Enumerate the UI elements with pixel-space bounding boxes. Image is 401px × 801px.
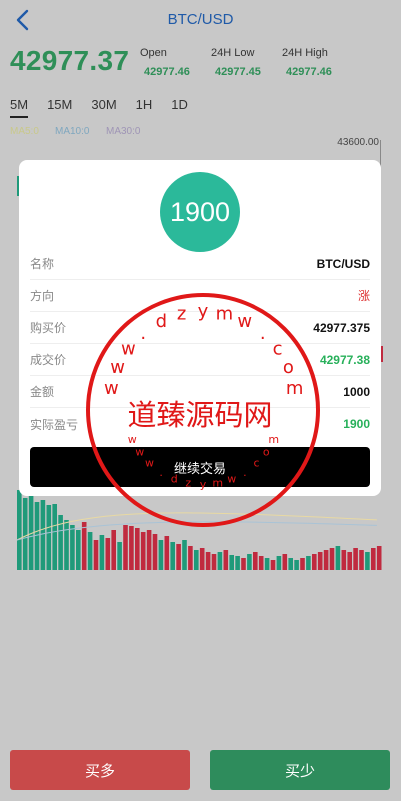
watermark-bottom-letters: www.d z y m w.com (128, 433, 279, 491)
watermark-letter: . (159, 466, 163, 479)
watermark-letter: m (286, 378, 304, 399)
watermark-letter: m (212, 477, 223, 490)
buy-long-button[interactable]: 买多 (10, 750, 190, 790)
watermark-letter: w (104, 378, 119, 399)
watermark-letter: y (200, 478, 207, 491)
watermark-letter: c (273, 339, 283, 360)
watermark-letter: c (253, 457, 259, 470)
watermark-letter: z (185, 477, 191, 490)
watermark-letter: w (110, 357, 125, 378)
watermark-letter: z (177, 304, 186, 325)
watermark-letter: o (263, 446, 270, 459)
watermark-letter: w (227, 473, 236, 486)
watermark-letter: d (156, 311, 167, 332)
watermark-letter: . (260, 323, 266, 344)
buy-short-button[interactable]: 买少 (210, 750, 390, 790)
watermark-letter: . (140, 323, 146, 344)
watermark-letter: w (128, 433, 137, 446)
watermark-letter: d (171, 473, 178, 486)
watermark-letter: m (268, 433, 279, 446)
watermark-letter: w (121, 339, 136, 360)
watermark-letter: w (135, 446, 144, 459)
watermark-letter: m (216, 304, 234, 325)
watermark-letter: w (237, 311, 252, 332)
watermark-letter: . (243, 466, 247, 479)
watermark-letter: o (283, 357, 294, 378)
watermark-letter: w (145, 457, 154, 470)
watermark-main-text: 道臻源码网 (127, 398, 272, 432)
watermark-stamp: www.d z y m w.com www.d z y m w.com 道臻源码网 (86, 293, 320, 527)
watermark-letter: y (198, 301, 209, 322)
